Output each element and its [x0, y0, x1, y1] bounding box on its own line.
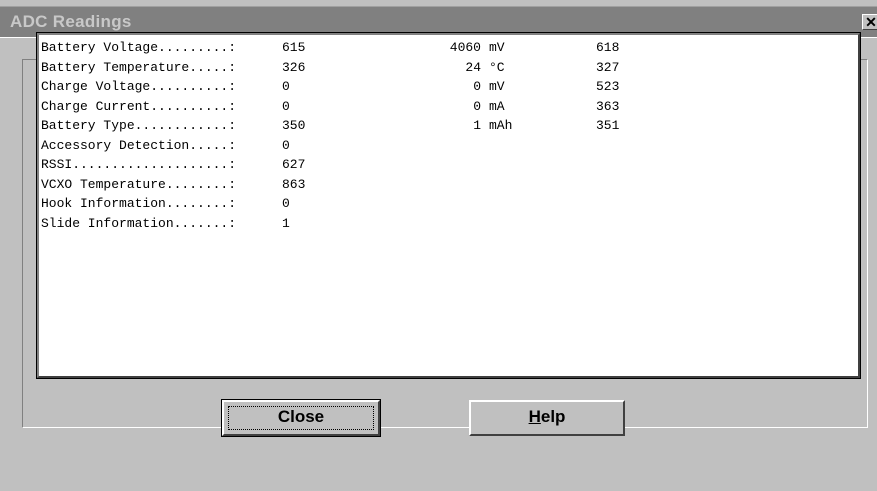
reading-raw-value: 0 [282, 79, 290, 94]
reading-raw-value: 627 [282, 157, 306, 172]
reading-reference-value: 363 [596, 98, 620, 114]
reading-unit: mAh [489, 118, 513, 133]
reading-unit: °C [489, 59, 505, 75]
reading-label: Charge Current..........: [41, 98, 237, 114]
reading-unit: mA [489, 98, 505, 114]
reading-label: Hook Information........: [41, 196, 237, 211]
reading-reference-value: 523 [596, 79, 620, 94]
reading-label: Battery Voltage.........: [41, 40, 237, 55]
adc-readings-dialog: ADC Readings ✕ Battery Voltage.........:… [0, 0, 877, 491]
reading-raw-value: 863 [282, 176, 306, 192]
reading-label: VCXO Temperature........: [41, 176, 237, 192]
close-window-icon[interactable]: ✕ [862, 14, 877, 30]
close-button-label: Close [277, 407, 325, 426]
reading-unit: mV [489, 79, 505, 94]
reading-raw-value: 326 [282, 59, 306, 75]
help-mnemonic: H [528, 407, 541, 426]
reading-reference-value: 327 [596, 59, 620, 75]
reading-converted-value: 24 [465, 59, 481, 75]
reading-unit: mV [489, 40, 505, 55]
reading-label: Battery Type............: [41, 118, 237, 133]
reading-label: Slide Information.......: [41, 215, 237, 231]
reading-raw-value: 0 [282, 196, 290, 211]
reading-raw-value: 0 [282, 137, 290, 153]
reading-converted-value: 0 [473, 98, 481, 114]
help-label-rest: elp [540, 407, 566, 426]
reading-raw-value: 1 [282, 215, 290, 231]
help-button[interactable]: Help [469, 400, 625, 436]
close-button[interactable]: Close [221, 399, 381, 437]
help-button-label: Help [529, 407, 566, 426]
reading-converted-value: 1 [473, 118, 481, 133]
reading-raw-value: 350 [282, 118, 306, 133]
reading-label: RSSI....................: [41, 157, 237, 172]
reading-reference-value: 618 [596, 40, 620, 55]
reading-converted-value: 0 [473, 79, 481, 94]
reading-label: Charge Voltage..........: [41, 79, 237, 94]
reading-label: Battery Temperature.....: [41, 59, 237, 75]
window-title: ADC Readings [10, 12, 132, 31]
reading-reference-value: 351 [596, 118, 620, 133]
reading-converted-value: 4060 [449, 40, 481, 55]
reading-label: Accessory Detection.....: [41, 137, 237, 153]
reading-raw-value: 0 [282, 98, 290, 114]
reading-raw-value: 615 [282, 40, 306, 55]
readings-display: Battery Voltage.........: 615 4060 mV 618 Bat… [36, 32, 861, 379]
